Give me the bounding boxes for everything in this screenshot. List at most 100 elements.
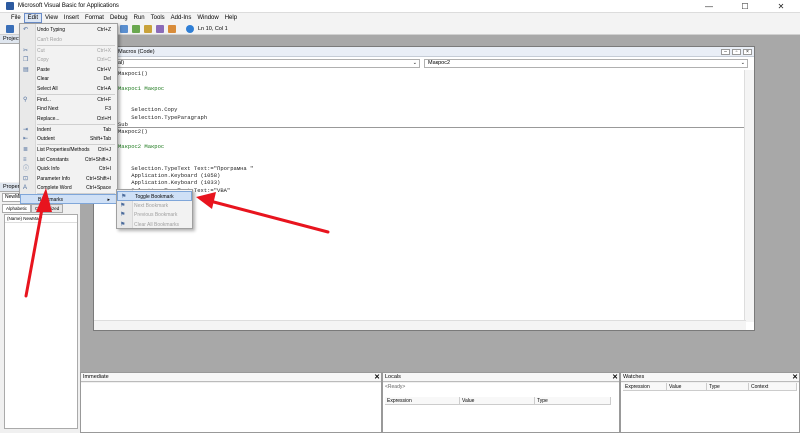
menu-item-shortcut: Del — [103, 76, 111, 82]
immediate-close-icon[interactable]: ✕ — [374, 373, 380, 382]
menu-format[interactable]: Format — [82, 13, 107, 23]
watches-col-value[interactable]: Value — [667, 383, 707, 391]
menu-debug[interactable]: Debug — [107, 13, 131, 23]
view-word-icon[interactable] — [6, 25, 14, 33]
menu-item-shortcut: Ctrl+Shift+I — [85, 175, 111, 182]
edit-menu-item[interactable]: Find Next F3 — [20, 104, 117, 114]
edit-menu-item[interactable]: Clear Del — [20, 74, 117, 84]
bookmarks-menu-item[interactable]: ⚑ Clear All Bookmarks — [117, 220, 192, 230]
bookmarks-menu-item[interactable]: ⚑ Previous Bookmark — [117, 210, 192, 220]
edit-menu-item[interactable]: ⓘ Quick Info Ctrl+I — [20, 164, 117, 174]
code-line[interactable]: Application.Keyboard (1058) — [94, 172, 744, 179]
code-line[interactable] — [94, 92, 744, 99]
code-restore-button[interactable]: ▫ — [732, 49, 741, 55]
menu-tools[interactable]: Tools — [148, 13, 168, 23]
menu-insert[interactable]: Insert — [61, 13, 82, 23]
object-browser-icon[interactable] — [168, 25, 176, 33]
edit-menu-item[interactable]: Replace... Ctrl+H — [20, 114, 117, 124]
menu-help[interactable]: Help — [222, 13, 240, 23]
menu-item-shortcut: Ctrl+Shift+J — [84, 156, 111, 163]
menu-item-label: Undo Typing — [37, 27, 65, 33]
edit-menu-item[interactable]: ≡ List Constants Ctrl+Shift+J — [20, 155, 117, 165]
menu-item-shortcut: Ctrl+J — [97, 147, 111, 153]
code-line[interactable] — [94, 158, 744, 165]
edit-menu-item[interactable]: ⇥ Indent Tab — [20, 125, 117, 135]
break-icon[interactable] — [120, 25, 128, 33]
design-mode-icon[interactable] — [132, 25, 140, 33]
title-bar: Microsoft Visual Basic for Applications … — [0, 0, 800, 13]
watches-close-icon[interactable]: ✕ — [792, 373, 798, 382]
code-line[interactable] — [94, 150, 744, 157]
code-line[interactable]: Макрос1 Макрос — [94, 85, 744, 92]
edit-menu-item[interactable]: ⚲ Find... Ctrl+F — [20, 95, 117, 105]
edit-menu-item[interactable]: ✂ Cut Ctrl+X — [20, 46, 117, 56]
watches-col-type[interactable]: Type — [707, 383, 749, 391]
maximize-button[interactable]: ☐ — [732, 0, 758, 13]
code-line[interactable]: Макрос2 Макрос — [94, 143, 744, 150]
edit-menu-item[interactable]: Can't Redo — [20, 35, 117, 45]
menu-window[interactable]: Window — [194, 13, 221, 23]
code-line[interactable]: Application.Keyboard (1033) — [94, 179, 744, 186]
code-line[interactable] — [94, 99, 744, 106]
code-line[interactable]: Макрос2() — [94, 128, 744, 135]
locals-col-type[interactable]: Type — [535, 397, 611, 405]
locals-close-icon[interactable]: ✕ — [612, 373, 618, 382]
immediate-body[interactable] — [81, 383, 381, 432]
menu-run[interactable]: Run — [131, 13, 148, 23]
edit-menu-item[interactable]: Bookmarks ▸ — [20, 194, 117, 204]
code-line[interactable] — [94, 77, 744, 84]
help-icon[interactable] — [186, 25, 194, 33]
edit-menu-item[interactable]: ⇤ Outdent Shift+Tab — [20, 134, 117, 144]
menu-file[interactable]: File — [8, 13, 24, 23]
edit-menu-item[interactable]: Select All Ctrl+A — [20, 84, 117, 94]
menu-edit[interactable]: Edit — [23, 13, 43, 23]
locals-col-value[interactable]: Value — [460, 397, 535, 405]
menu-item-label: Bookmarks — [38, 197, 64, 203]
chevron-down-icon: ⌄ — [412, 60, 417, 66]
menu-view[interactable]: View — [42, 13, 61, 23]
menu-item-shortcut: Ctrl+F — [97, 96, 111, 103]
menu-item-label: Complete Word — [37, 185, 72, 191]
code-horizontal-scrollbar[interactable] — [94, 320, 746, 330]
bookmarks-menu-item[interactable]: ⚑ Next Bookmark — [117, 201, 192, 211]
code-line[interactable]: Selection.TypeParagraph — [94, 114, 744, 121]
object-combo[interactable]: al) ⌄ — [114, 59, 420, 68]
code-line[interactable]: Sub — [94, 121, 744, 129]
minimize-button[interactable]: — — [696, 0, 722, 13]
property-name-row[interactable]: (Name) NewMacr — [5, 215, 77, 223]
locals-col-expression[interactable]: Expression — [385, 397, 460, 405]
code-line[interactable]: Selection.TypeText Text:="Програмна " — [94, 165, 744, 172]
project-explorer-icon[interactable] — [144, 25, 152, 33]
close-button[interactable]: ✕ — [768, 0, 794, 13]
immediate-title: Immediate — [83, 374, 109, 380]
menu-add-ins[interactable]: Add-Ins — [168, 13, 195, 23]
menu-item-icon — [23, 37, 30, 43]
bookmarks-menu-item[interactable]: ⚑ Toggle Bookmark — [117, 191, 192, 201]
menu-item-shortcut: F3 — [105, 106, 111, 112]
menu-item-icon — [23, 76, 30, 82]
menu-bar: File Edit View Insert Format Debug Run T… — [0, 13, 800, 23]
edit-menu-item[interactable]: ≣ List Properties/Methods Ctrl+J — [20, 145, 117, 155]
menu-item-shortcut: Shift+Tab — [90, 136, 111, 142]
code-vertical-scrollbar[interactable] — [744, 70, 754, 322]
watches-col-context[interactable]: Context — [749, 383, 797, 391]
code-minimize-button[interactable]: – — [721, 49, 730, 55]
properties-window-icon[interactable] — [156, 25, 164, 33]
code-line[interactable]: Макрос1() — [94, 70, 744, 77]
edit-menu-item[interactable]: ▤ Paste Ctrl+V — [20, 65, 117, 75]
edit-menu-item[interactable]: A Complete Word Ctrl+Space — [20, 183, 117, 193]
watches-col-expression[interactable]: Expression — [623, 383, 667, 391]
code-line[interactable]: Selection.Copy — [94, 106, 744, 113]
procedure-combo[interactable]: Макрос2 ⌄ — [424, 59, 748, 68]
tab-alphabetic[interactable]: Alphabetic — [2, 204, 32, 213]
code-close-button[interactable]: × — [743, 49, 752, 55]
tab-categorized[interactable]: Categorized — [31, 204, 64, 213]
edit-menu-item[interactable]: ↶ Undo Typing Ctrl+Z — [20, 25, 117, 35]
edit-menu-item[interactable]: ⊡ Parameter Info Ctrl+Shift+I — [20, 174, 117, 184]
menu-item-icon: ❐ — [23, 57, 29, 63]
standard-toolbar: Ln 10, Col 1 — [0, 23, 800, 35]
properties-window: Properti NewMac Alphabetic Categorized (… — [0, 183, 80, 433]
code-line[interactable] — [94, 136, 744, 143]
menu-item-label: Indent — [37, 126, 51, 133]
edit-menu-item[interactable]: ❐ Copy Ctrl+C — [20, 55, 117, 65]
